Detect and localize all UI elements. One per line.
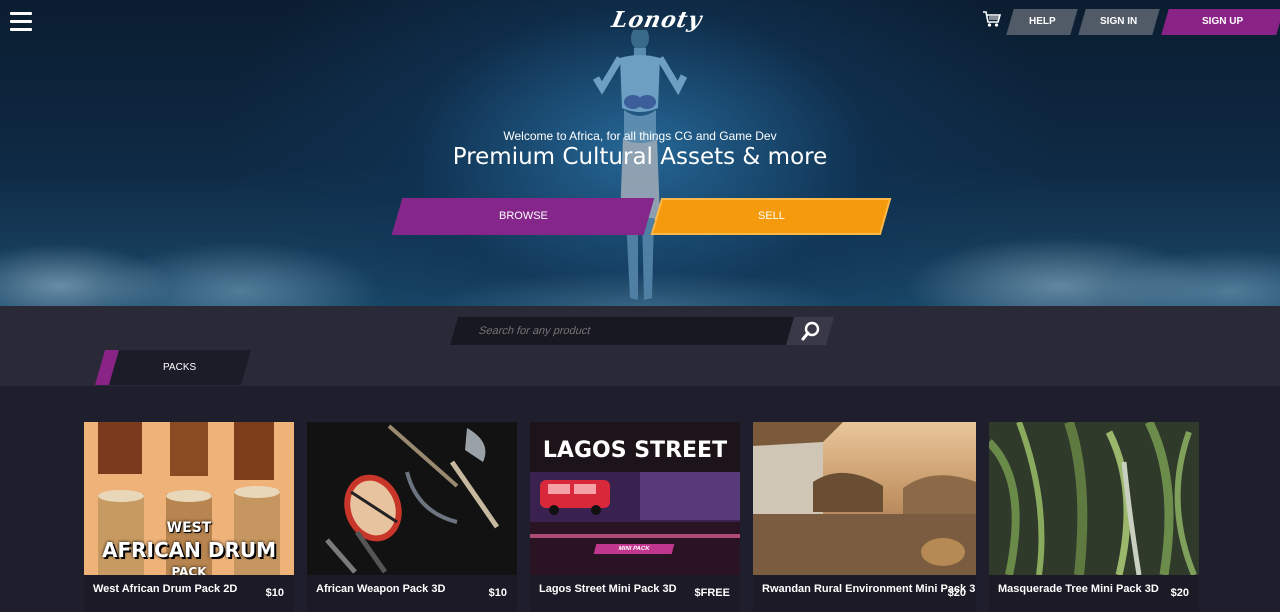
browse-button[interactable]: BROWSE	[391, 198, 655, 235]
shopping-cart-icon[interactable]	[982, 10, 1002, 28]
product-card[interactable]: Rwandan Rural Environment Mini Pack 3D $…	[753, 422, 976, 612]
hero-banner: Lonoty HELP SIGN IN SIGN UP Welcome to A…	[0, 0, 1280, 306]
product-price: $10	[265, 587, 284, 599]
product-price: $20	[947, 587, 966, 599]
product-grid: WEST AFRICAN DRUM PACK West African Drum…	[0, 386, 1280, 612]
product-price: $FREE	[694, 587, 730, 599]
product-thumbnail	[753, 422, 976, 575]
site-logo[interactable]: Lonoty	[608, 3, 704, 39]
help-button[interactable]: HELP	[1006, 9, 1078, 35]
product-card[interactable]: LAGOS STREET MINI PACK Lagos Street Mini…	[530, 422, 740, 612]
product-title: Rwandan Rural Environment Mini Pack 3D	[762, 583, 976, 595]
product-card[interactable]: WEST AFRICAN DRUM PACK West African Drum…	[84, 422, 294, 612]
thumbnail-text: PACK	[171, 565, 207, 575]
product-thumbnail	[307, 422, 517, 575]
product-card[interactable]: Masquerade Tree Mini Pack 3D $20	[989, 422, 1199, 612]
thumbnail-badge: MINI PACK	[593, 544, 675, 554]
product-price: $20	[1170, 587, 1189, 599]
product-thumbnail: LAGOS STREET MINI PACK	[530, 422, 740, 575]
search-section: PACKS	[0, 306, 1280, 386]
thumbnail-text: LAGOS STREET	[542, 438, 728, 463]
thumbnail-text: WEST	[166, 520, 212, 536]
sign-in-button[interactable]: SIGN IN	[1078, 9, 1160, 35]
sign-up-button[interactable]: SIGN UP	[1161, 9, 1280, 35]
sell-button[interactable]: SELL	[650, 198, 892, 235]
product-price: $10	[488, 587, 507, 599]
product-title: West African Drum Pack 2D	[93, 583, 238, 595]
search-icon	[801, 321, 820, 341]
search-input[interactable]	[449, 317, 799, 345]
product-title: Lagos Street Mini Pack 3D	[539, 583, 677, 595]
product-thumbnail: WEST AFRICAN DRUM PACK	[84, 422, 294, 575]
menu-icon[interactable]	[10, 12, 32, 32]
search-button[interactable]	[785, 317, 835, 345]
search-bar	[449, 317, 835, 345]
product-card[interactable]: African Weapon Pack 3D $10	[307, 422, 517, 612]
hero-welcome-text: Welcome to Africa, for all things CG and…	[503, 129, 777, 143]
hero-headline: Premium Cultural Assets & more	[452, 144, 828, 170]
product-thumbnail	[989, 422, 1199, 575]
thumbnail-text: AFRICAN DRUM	[102, 538, 276, 562]
product-title: Masquerade Tree Mini Pack 3D	[998, 583, 1159, 595]
tab-packs[interactable]: PACKS	[108, 350, 252, 385]
product-title: African Weapon Pack 3D	[316, 583, 446, 595]
